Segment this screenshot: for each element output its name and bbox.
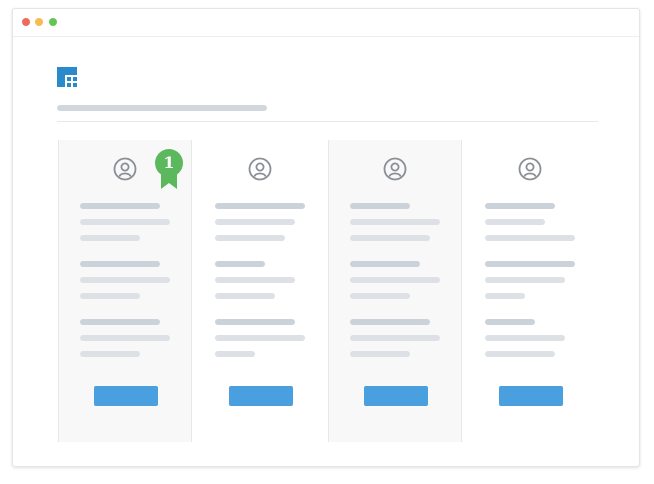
feature-line-placeholder <box>350 277 440 283</box>
header-divider <box>57 121 598 122</box>
feature-heading-placeholder <box>80 319 160 325</box>
feature-line-placeholder <box>215 293 275 299</box>
feature-line-placeholder <box>80 277 170 283</box>
page-title-placeholder <box>57 105 267 111</box>
rank-badge-number: 1 <box>163 153 175 172</box>
feature-line-placeholder <box>350 293 410 299</box>
feature-heading-placeholder <box>80 261 160 267</box>
feature-line-placeholder <box>215 277 295 283</box>
feature-heading-placeholder <box>215 261 265 267</box>
window-titlebar <box>13 9 639 37</box>
rank-ribbon-icon: 1 <box>154 149 184 189</box>
maximize-window-button[interactable] <box>49 18 57 26</box>
feature-line-placeholder <box>350 235 430 241</box>
select-plan-button[interactable] <box>94 386 158 406</box>
feature-line-placeholder <box>485 219 545 225</box>
feature-line-placeholder <box>80 335 170 341</box>
feature-line-placeholder <box>485 335 565 341</box>
column-divider <box>328 140 329 442</box>
feature-line-placeholder <box>350 335 440 341</box>
feature-line-placeholder <box>215 351 255 357</box>
browser-window: 1 <box>12 8 640 467</box>
minimize-window-button[interactable] <box>35 18 43 26</box>
plan-column-1: 1 <box>58 140 192 442</box>
user-icon <box>113 157 137 181</box>
user-icon <box>518 157 542 181</box>
feature-line-placeholder <box>485 351 555 357</box>
feature-line-placeholder <box>215 335 305 341</box>
feature-heading-placeholder <box>350 203 410 209</box>
feature-line-placeholder <box>80 235 140 241</box>
feature-heading-placeholder <box>215 203 305 209</box>
feature-heading-placeholder <box>485 203 555 209</box>
grid-logo-icon[interactable] <box>57 67 77 87</box>
feature-heading-placeholder <box>485 319 535 325</box>
feature-line-placeholder <box>350 351 410 357</box>
feature-line-placeholder <box>485 293 525 299</box>
column-divider <box>461 140 462 442</box>
column-divider <box>191 140 192 442</box>
feature-line-placeholder <box>485 235 575 241</box>
select-plan-button[interactable] <box>229 386 293 406</box>
feature-line-placeholder <box>485 277 565 283</box>
column-divider <box>58 140 59 442</box>
feature-heading-placeholder <box>215 319 295 325</box>
feature-heading-placeholder <box>80 203 160 209</box>
feature-heading-placeholder <box>350 319 430 325</box>
feature-line-placeholder <box>80 351 140 357</box>
feature-line-placeholder <box>215 235 285 241</box>
plan-column-3 <box>328 140 462 442</box>
feature-line-placeholder <box>80 219 170 225</box>
user-icon <box>383 157 407 181</box>
feature-line-placeholder <box>350 219 440 225</box>
close-window-button[interactable] <box>22 18 30 26</box>
select-plan-button[interactable] <box>364 386 428 406</box>
user-icon <box>248 157 272 181</box>
select-plan-button[interactable] <box>499 386 563 406</box>
feature-line-placeholder <box>215 219 295 225</box>
plan-column-4 <box>463 140 597 442</box>
feature-heading-placeholder <box>485 261 575 267</box>
feature-heading-placeholder <box>350 261 420 267</box>
feature-line-placeholder <box>80 293 140 299</box>
plan-column-2 <box>193 140 327 442</box>
